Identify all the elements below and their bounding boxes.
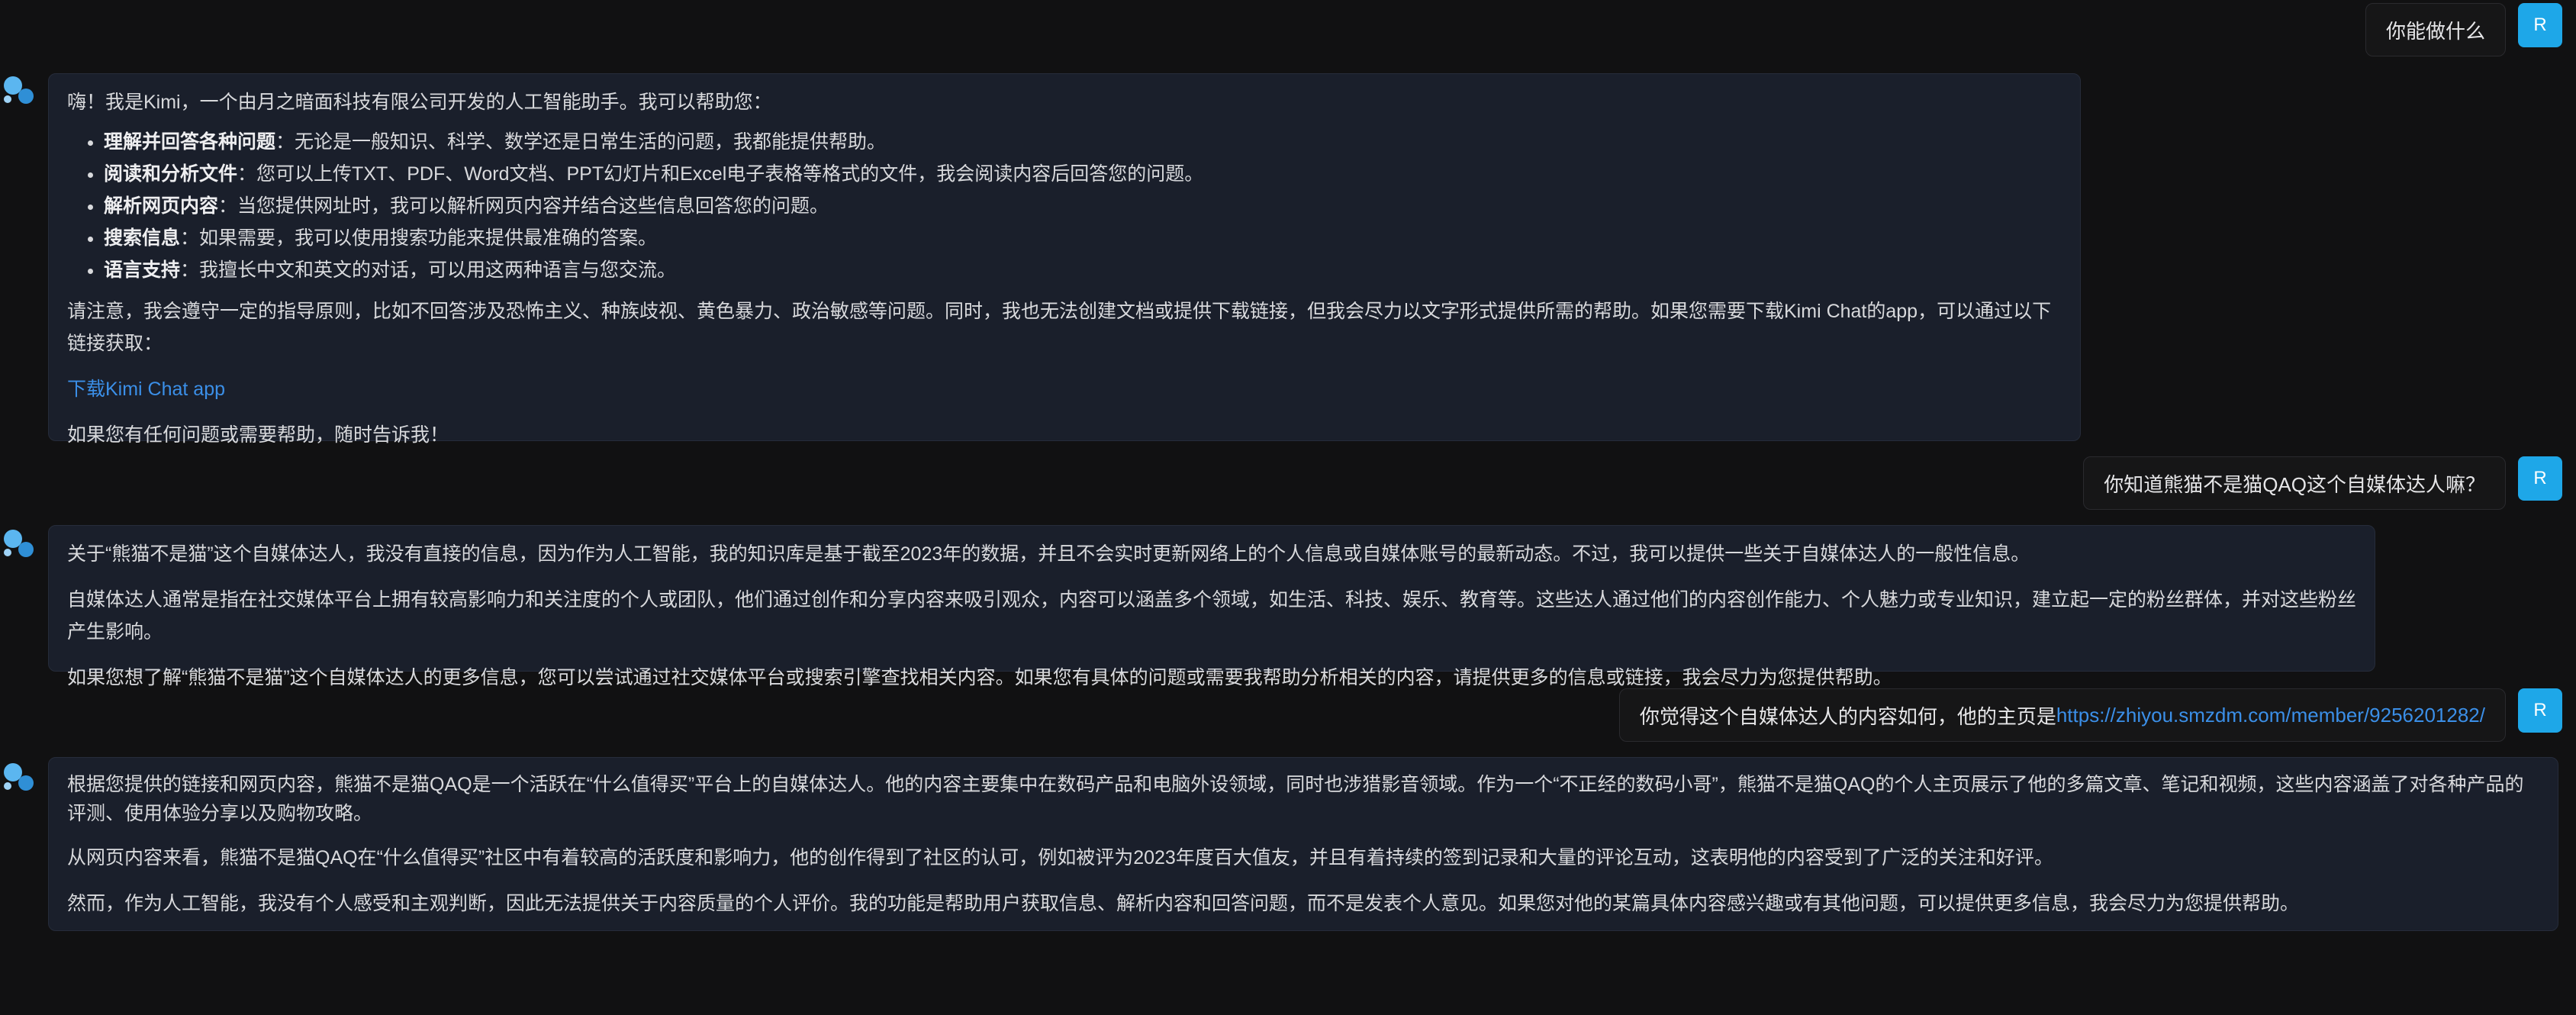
assistant-intro: 嗨！我是Kimi，一个由月之暗面科技有限公司开发的人工智能助手。我可以帮助您：: [67, 92, 772, 113]
user-message-text: 你知道熊猫不是猫QAQ这个自媒体达人嘛？: [2104, 472, 2485, 496]
download-app-link[interactable]: 下载Kimi Chat app: [67, 379, 225, 400]
assistant-paragraph: 关于“熊猫不是猫”这个自媒体达人，我没有直接的信息，因为作为人工智能，我的知识库…: [67, 543, 2030, 565]
kimi-bot-icon: [0, 527, 37, 563]
assistant-note: 请注意，我会遵守一定的指导原则，比如不回答涉及恐怖主义、种族歧视、黄色暴力、政治…: [67, 301, 2052, 354]
user-message: 你知道熊猫不是猫QAQ这个自媒体达人嘛？: [2083, 456, 2506, 510]
assistant-paragraph: 然而，作为人工智能，我没有个人感受和主观判断，因此无法提供关于内容质量的个人评价…: [67, 893, 2300, 914]
user-message: 你觉得这个自媒体达人的内容如何，他的主页是 https://zhiyou.smzd…: [1618, 688, 2506, 742]
user-avatar: R: [2518, 3, 2562, 47]
kimi-bot-icon: [0, 73, 37, 110]
list-item: 搜索信息：如果需要，我可以使用搜索功能来提供最准确的答案。: [104, 222, 2062, 254]
user-message-text: 你觉得这个自媒体达人的内容如何，他的主页是: [1639, 704, 2056, 728]
user-avatar: R: [2518, 688, 2562, 733]
assistant-paragraph: 自媒体达人通常是指在社交媒体平台上拥有较高影响力和关注度的个人或团队，他们通过创…: [67, 589, 2357, 643]
assistant-closing: 如果您有任何问题或需要帮助，随时告诉我！: [67, 424, 449, 446]
list-item: 阅读和分析文件：您可以上传TXT、PDF、Word文档、PPT幻灯片和Excel…: [104, 158, 2062, 190]
list-item: 理解并回答各种问题：无论是一般知识、科学、数学还是日常生活的问题，我都能提供帮助…: [104, 126, 2062, 158]
assistant-message: 嗨！我是Kimi，一个由月之暗面科技有限公司开发的人工智能助手。我可以帮助您： …: [48, 73, 2081, 446]
user-message-text: 你能做什么: [2385, 19, 2485, 43]
list-item: 解析网页内容：当您提供网址时，我可以解析网页内容并结合这些信息回答您的问题。: [104, 190, 2062, 222]
user-message: 你能做什么: [2365, 3, 2506, 56]
profile-link[interactable]: https://zhiyou.smzdm.com/member/92562012…: [2056, 704, 2485, 727]
assistant-message: 根据您提供的链接和网页内容，熊猫不是猫QAQ是一个活跃在“什么值得买”平台上的自…: [48, 757, 2558, 931]
assistant-message: 关于“熊猫不是猫”这个自媒体达人，我没有直接的信息，因为作为人工智能，我的知识库…: [48, 525, 2375, 688]
capability-list: 理解并回答各种问题：无论是一般知识、科学、数学还是日常生活的问题，我都能提供帮助…: [67, 126, 2062, 286]
assistant-paragraph: 根据您提供的链接和网页内容，熊猫不是猫QAQ是一个活跃在“什么值得买”平台上的自…: [67, 774, 2524, 824]
assistant-paragraph: 从网页内容来看，熊猫不是猫QAQ在“什么值得买”社区中有着较高的活跃度和影响力，…: [67, 847, 2053, 868]
list-item: 语言支持：我擅长中文和英文的对话，可以用这两种语言与您交流。: [104, 254, 2062, 286]
user-avatar: R: [2518, 456, 2562, 501]
kimi-bot-icon: [0, 760, 37, 797]
